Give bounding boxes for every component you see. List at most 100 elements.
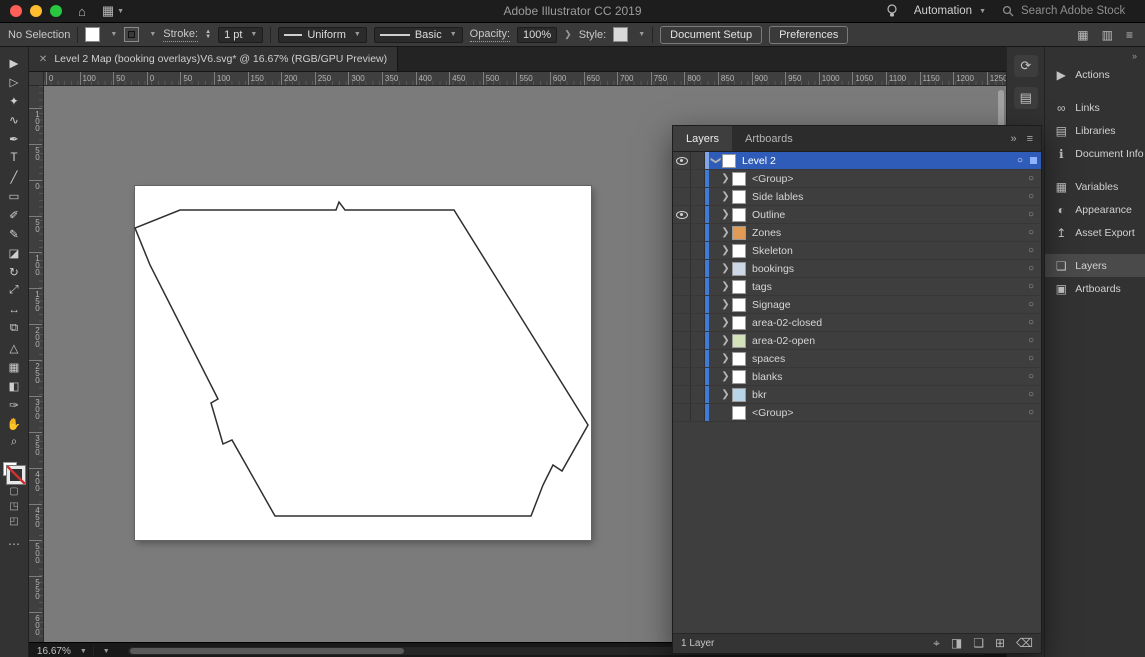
width-tool[interactable]: ↔ — [0, 300, 28, 319]
type-tool[interactable]: T — [0, 148, 28, 167]
layer-row[interactable]: ❯<Group>○ — [673, 170, 1041, 188]
status-dropdown-icon[interactable]: ▼ — [103, 648, 110, 655]
shape-builder-tool[interactable]: ⧉ — [0, 319, 28, 338]
layer-target-icon[interactable]: ○ — [1010, 155, 1030, 166]
layer-visibility-toggle[interactable] — [673, 296, 691, 313]
stroke-weight-stepper[interactable]: ▲▼ — [205, 30, 211, 40]
layer-row-content[interactable]: ❯Signage○ — [705, 296, 1041, 313]
workspace-switcher-icon[interactable]: ▥ — [1102, 28, 1113, 42]
layer-lock-toggle[interactable] — [691, 206, 705, 223]
layer-row[interactable]: ❯bkr○ — [673, 386, 1041, 404]
layer-row[interactable]: ❯Zones○ — [673, 224, 1041, 242]
layer-row-content[interactable]: ❯blanks○ — [705, 368, 1041, 385]
layer-row[interactable]: ❯area-02-open○ — [673, 332, 1041, 350]
draw-behind-mode-icon[interactable]: ◳ — [9, 499, 18, 514]
dock-item-actions[interactable]: ▶Actions — [1045, 63, 1145, 86]
layer-row[interactable]: ❯spaces○ — [673, 350, 1041, 368]
apps-grid-icon[interactable]: ▦▼ — [102, 3, 124, 19]
paintbrush-tool[interactable]: ✐ — [0, 205, 28, 224]
layer-row-content[interactable]: ❯spaces○ — [705, 350, 1041, 367]
layer-row[interactable]: ❯Signage○ — [673, 296, 1041, 314]
layer-visibility-toggle[interactable] — [673, 314, 691, 331]
minimize-window-button[interactable] — [30, 5, 42, 17]
zoom-window-button[interactable] — [50, 5, 62, 17]
layer-target-icon[interactable]: ○ — [1021, 245, 1041, 256]
layer-visibility-toggle[interactable] — [673, 278, 691, 295]
layer-lock-toggle[interactable] — [691, 386, 705, 403]
layer-lock-toggle[interactable] — [691, 314, 705, 331]
layer-target-icon[interactable]: ○ — [1021, 209, 1041, 220]
layer-target-icon[interactable]: ○ — [1021, 407, 1041, 418]
layer-row-content[interactable]: ❯area-02-closed○ — [705, 314, 1041, 331]
layer-lock-toggle[interactable] — [691, 296, 705, 313]
pencil-tool[interactable]: ✎ — [0, 224, 28, 243]
eyedropper-tool[interactable]: ✑ — [0, 395, 28, 414]
layer-expand-chevron[interactable]: ❯ — [719, 299, 732, 310]
layer-visibility-toggle[interactable] — [673, 206, 691, 223]
layer-lock-toggle[interactable] — [691, 332, 705, 349]
selection-tool[interactable]: ▶ — [0, 53, 28, 72]
layer-expand-chevron[interactable]: ❯ — [719, 353, 732, 364]
opacity-options-chevron[interactable]: ❯ — [564, 29, 572, 40]
layer-expand-chevron[interactable]: ❯ — [719, 281, 732, 292]
layer-row[interactable]: ❯tags○ — [673, 278, 1041, 296]
rectangle-tool[interactable]: ▭ — [0, 186, 28, 205]
draw-normal-mode-icon[interactable]: ▢ — [9, 484, 18, 499]
layer-target-icon[interactable]: ○ — [1021, 317, 1041, 328]
horizontal-scrollbar-thumb[interactable] — [130, 648, 405, 654]
layer-lock-toggle[interactable] — [691, 368, 705, 385]
chevron-down-icon[interactable]: ▼ — [110, 31, 117, 38]
chevron-down-icon[interactable]: ▼ — [80, 648, 87, 655]
chevron-down-icon[interactable]: ▼ — [638, 31, 645, 38]
document-setup-button[interactable]: Document Setup — [660, 26, 762, 44]
layer-row[interactable]: ❯Skeleton○ — [673, 242, 1041, 260]
scale-tool[interactable]: ⤢ — [0, 281, 28, 300]
close-tab-icon[interactable]: ✕ — [39, 54, 47, 65]
collapse-dock-icon[interactable]: » — [1045, 47, 1145, 63]
dock-item-document-info[interactable]: ℹDocument Info — [1045, 142, 1145, 165]
rotate-tool[interactable]: ↻ — [0, 262, 28, 281]
layer-row-content[interactable]: ❯tags○ — [705, 278, 1041, 295]
layer-expand-chevron[interactable]: ❯ — [719, 173, 732, 184]
layer-visibility-toggle[interactable] — [673, 350, 691, 367]
layer-target-icon[interactable]: ○ — [1021, 173, 1041, 184]
artboard[interactable] — [135, 186, 591, 540]
hand-tool[interactable]: ✋ — [0, 414, 28, 433]
layer-lock-toggle[interactable] — [691, 350, 705, 367]
layer-expand-chevron[interactable]: ❯ — [719, 191, 732, 202]
direct-selection-tool[interactable]: ▷ — [0, 72, 28, 91]
layer-target-icon[interactable]: ○ — [1021, 335, 1041, 346]
dock-item-layers[interactable]: ❏Layers — [1045, 254, 1145, 277]
dock-item-asset-export[interactable]: ↥Asset Export — [1045, 221, 1145, 244]
dock-item-variables[interactable]: ▦Variables — [1045, 175, 1145, 198]
document-panel-icon[interactable]: ▤ — [1014, 87, 1038, 109]
panel-collapse-icon[interactable]: » — [1010, 133, 1016, 145]
chevron-down-icon[interactable]: ▼ — [149, 31, 156, 38]
layer-visibility-toggle[interactable] — [673, 170, 691, 187]
layer-row-content[interactable]: ❯<Group>○ — [705, 404, 1041, 421]
layer-visibility-toggle[interactable] — [673, 386, 691, 403]
layer-expand-chevron[interactable]: ❯ — [719, 335, 732, 346]
edit-toolbar-icon[interactable]: ⋯ — [8, 537, 20, 551]
layer-lock-toggle[interactable] — [691, 152, 705, 169]
stroke-weight-label[interactable]: Stroke: — [163, 28, 198, 42]
layer-lock-toggle[interactable] — [691, 260, 705, 277]
gradient-tool[interactable]: ◧ — [0, 376, 28, 395]
layer-target-icon[interactable]: ○ — [1021, 353, 1041, 364]
layer-row[interactable]: ❯<Group>○ — [673, 404, 1041, 422]
stroke-weight-field[interactable]: 1 pt ▼ — [218, 27, 263, 43]
layer-target-icon[interactable]: ○ — [1021, 281, 1041, 292]
dock-item-libraries[interactable]: ▤Libraries — [1045, 119, 1145, 142]
graphic-style-swatch[interactable] — [613, 27, 628, 42]
layer-visibility-toggle[interactable] — [673, 242, 691, 259]
vertical-ruler[interactable]: 1005005010015020025030035040045050055060… — [29, 86, 44, 642]
dock-item-artboards[interactable]: ▣Artboards — [1045, 277, 1145, 300]
width-profile-dropdown[interactable]: Uniform ▼ — [278, 27, 366, 43]
layer-expand-chevron[interactable]: ❯ — [719, 245, 732, 256]
layer-row-content[interactable]: ❯Zones○ — [705, 224, 1041, 241]
layer-row[interactable]: ❯blanks○ — [673, 368, 1041, 386]
layer-target-icon[interactable]: ○ — [1021, 299, 1041, 310]
clipping-mask-icon[interactable]: ◨ — [951, 636, 962, 651]
tab-artboards[interactable]: Artboards — [732, 126, 806, 151]
preferences-button[interactable]: Preferences — [769, 26, 848, 44]
